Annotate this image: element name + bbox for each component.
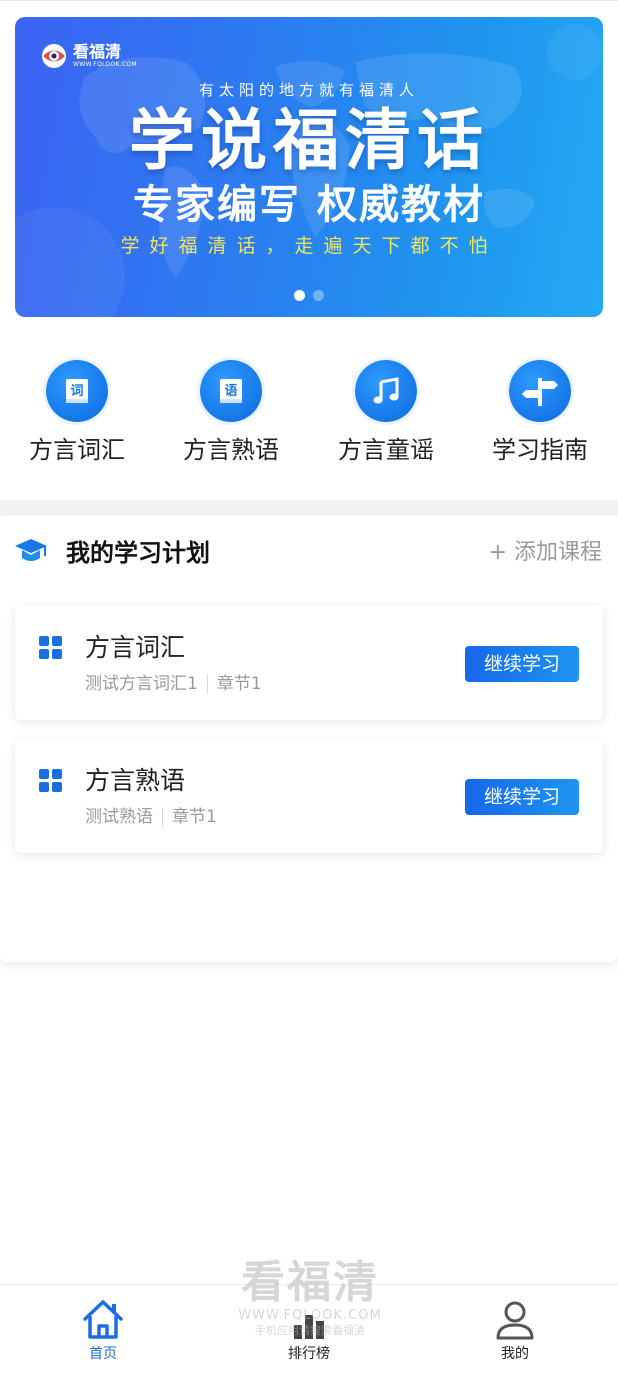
carousel-dot-1[interactable] [294,290,305,301]
category-nursery-rhymes[interactable]: 方言童谣 [321,360,451,466]
user-icon [496,1301,534,1340]
watermark-name: 看福清 [241,1257,379,1308]
category-label: 学习指南 [492,436,588,464]
home-icon [83,1300,123,1339]
continue-learning-button[interactable]: 继续学习 [465,779,579,815]
category-label: 方言童谣 [338,436,434,464]
course-card[interactable]: 方言词汇 测试方言词汇1 章节1 继续学习 [15,606,603,720]
watermark: 看福清 WWW.FQLOOK.COM 手机应用请搜索看福清 [230,1258,390,1338]
category-vocabulary[interactable]: 词 方言词汇 [12,360,142,466]
course-chapter: 章节1 [172,807,217,827]
study-plan-panel: 我的学习计划 + 添加课程 方言词汇 测试方言词汇1 章节1 继续学习 方言熟语… [0,516,618,962]
banner-slogan: 学好福清话，走遍天下都不怕 [120,235,498,257]
course-card[interactable]: 方言熟语 测试熟语 章节1 继续学习 [15,739,603,853]
category-idioms[interactable]: 语 方言熟语 [166,360,296,466]
add-course-button[interactable]: + 添加课程 [489,536,602,570]
vocabulary-book-icon: 词 [66,379,88,403]
meta-separator [162,808,163,826]
brand-logo: 看福清 WWW.FQLOOK.COM [39,41,137,71]
signpost-icon [522,378,558,406]
course-name: 方言词汇 [85,633,186,662]
category-study-guide[interactable]: 学习指南 [475,360,605,466]
idiom-book-icon: 语 [220,379,242,403]
course-lesson: 测试方言词汇1 [85,674,198,694]
grid-icon [39,636,62,659]
banner-headline: 学说福清话 [129,102,489,179]
tab-label: 排行榜 [288,1346,330,1362]
banner-subline: 专家编写 权威教材 [133,182,485,228]
carousel-dot-2[interactable] [313,290,324,301]
carousel-indicators [15,290,603,301]
continue-learning-button[interactable]: 继续学习 [465,646,579,682]
vocabulary-glyph: 词 [70,384,83,399]
grid-icon [39,769,62,792]
watermark-url: WWW.FQLOOK.COM [238,1308,382,1323]
banner-tagline: 有太阳的地方就有福清人 [198,81,419,99]
course-progress: 测试熟语 章节1 [85,805,217,829]
course-chapter: 章节1 [216,674,262,694]
logo-name: 看福清 [73,42,122,61]
logo-url: WWW.FQLOOK.COM [73,61,137,68]
course-progress: 测试方言词汇1 章节1 [85,672,262,696]
eye-logo-icon [42,44,66,68]
course-lesson: 测试熟语 [85,807,153,827]
tab-label: 我的 [501,1346,529,1362]
category-label: 方言熟语 [183,436,279,464]
tab-home[interactable]: 首页 [43,1297,163,1363]
top-divider [0,0,618,1]
meta-separator [206,675,208,693]
music-note-icon [373,377,399,404]
watermark-note: 手机应用请搜索看福清 [255,1324,365,1337]
banner-carousel[interactable]: 看福清 WWW.FQLOOK.COM 有太阳的地方就有福清人 学说福清话 专家编… [15,17,603,317]
section-divider [0,500,618,516]
category-label: 方言词汇 [29,436,125,464]
tab-profile[interactable]: 我的 [455,1297,575,1363]
study-plan-title: 我的学习计划 [66,539,210,567]
course-name: 方言熟语 [85,766,186,795]
graduation-cap-icon [15,539,47,561]
category-shortcuts: 词 方言词汇 语 方言熟语 方言童谣 学习指南 [0,360,618,470]
study-plan-header: 我的学习计划 + 添加课程 [0,516,618,590]
idiom-glyph: 语 [224,384,237,399]
tab-label: 首页 [89,1346,117,1362]
